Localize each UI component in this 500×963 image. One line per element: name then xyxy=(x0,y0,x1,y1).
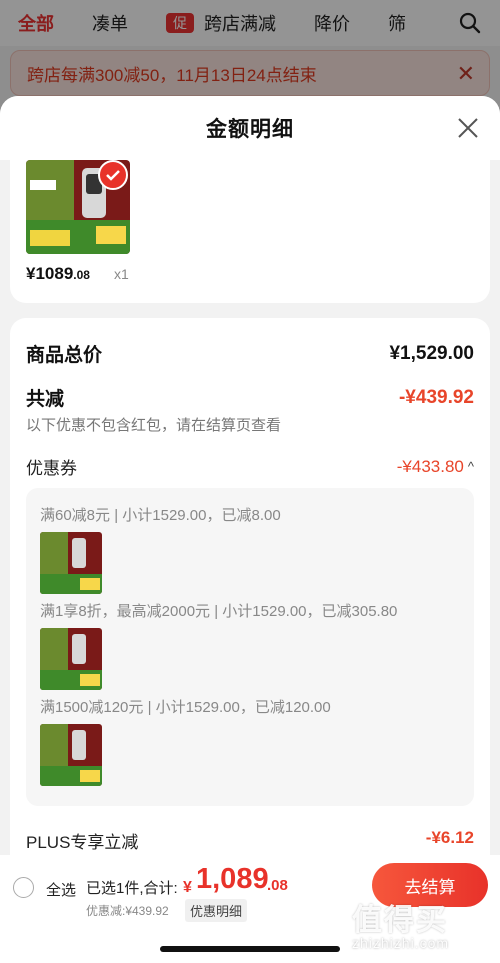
watermark-logo: 值得买 xyxy=(352,904,448,937)
product-thumbnail xyxy=(40,532,102,594)
breakdown-card: 商品总价 ¥1,529.00 共减 -¥439.92 以下优惠不包含红包，请在结… xyxy=(10,318,490,878)
product-image[interactable] xyxy=(26,160,130,254)
chevron-up-icon[interactable]: ^ xyxy=(468,459,474,474)
total-amount: 1,089 xyxy=(196,863,269,895)
product-quantity: x1 xyxy=(113,266,129,282)
sheet-title: 金额明细 xyxy=(206,118,294,141)
total-value: ¥1,529.00 xyxy=(389,342,474,364)
amount-detail-sheet: 金额明细 ¥1089 .08 x1 商品总价 ¥1,529.00 共减 -¥43… xyxy=(0,96,500,963)
coupon-line: 满60减8元 | 小计1529.00，已减8.00 xyxy=(40,507,281,524)
total-row: 商品总价 ¥1,529.00 xyxy=(26,340,474,367)
selected-check-icon xyxy=(98,160,128,190)
reduction-value: -¥439.92 xyxy=(398,386,474,408)
coupon-detail-box: 满60减8元 | 小计1529.00，已减8.00 满1享8折，最高减2000元… xyxy=(26,488,474,806)
coupon-label: 优惠券 xyxy=(26,459,77,478)
home-indicator xyxy=(160,946,340,952)
coupon-value-group: -¥433.80 ^ xyxy=(397,457,474,477)
reduction-row: 共减 -¥439.92 xyxy=(26,384,474,411)
discount-detail-button[interactable]: 优惠明细 xyxy=(185,899,248,922)
close-icon[interactable] xyxy=(456,116,480,140)
total-label: 商品总价 xyxy=(26,345,103,366)
selected-count: 已选1件,合计: xyxy=(86,880,178,897)
discount-summary: 优惠减:¥439.92 xyxy=(86,904,169,918)
reduction-label: 共减 xyxy=(26,389,65,410)
product-card: ¥1089 .08 x1 xyxy=(10,160,490,303)
coupon-value: -¥433.80 xyxy=(396,456,464,476)
total-decimal: .08 xyxy=(267,877,288,894)
product-price: ¥1089 .08 x1 xyxy=(26,264,129,284)
product-thumbnail xyxy=(40,628,102,690)
coupon-row[interactable]: 优惠券 -¥433.80 ^ xyxy=(26,454,474,479)
reduction-note: 以下优惠不包含红包，请在结算页查看 xyxy=(26,417,282,434)
price-decimal: .08 xyxy=(73,268,90,282)
product-thumbnail xyxy=(40,724,102,786)
plus-value: -¥6.12 xyxy=(425,828,474,847)
total-currency: ¥ xyxy=(183,879,192,896)
sheet-header: 金额明细 xyxy=(0,96,500,160)
watermark-url: zhizhizhi.com xyxy=(352,935,450,951)
select-all-label[interactable]: 全选 xyxy=(46,879,76,900)
coupon-line: 满1500减120元 | 小计1529.00，已减120.00 xyxy=(40,699,331,716)
plus-label: PLUS专享立减 xyxy=(26,833,139,852)
select-all-radio[interactable] xyxy=(13,877,34,898)
coupon-line: 满1享8折，最高减2000元 | 小计1529.00，已减305.80 xyxy=(40,603,398,620)
price-integer: ¥1089 xyxy=(26,264,74,283)
plus-discount-row: PLUS专享立减 -¥6.12 xyxy=(26,828,474,853)
